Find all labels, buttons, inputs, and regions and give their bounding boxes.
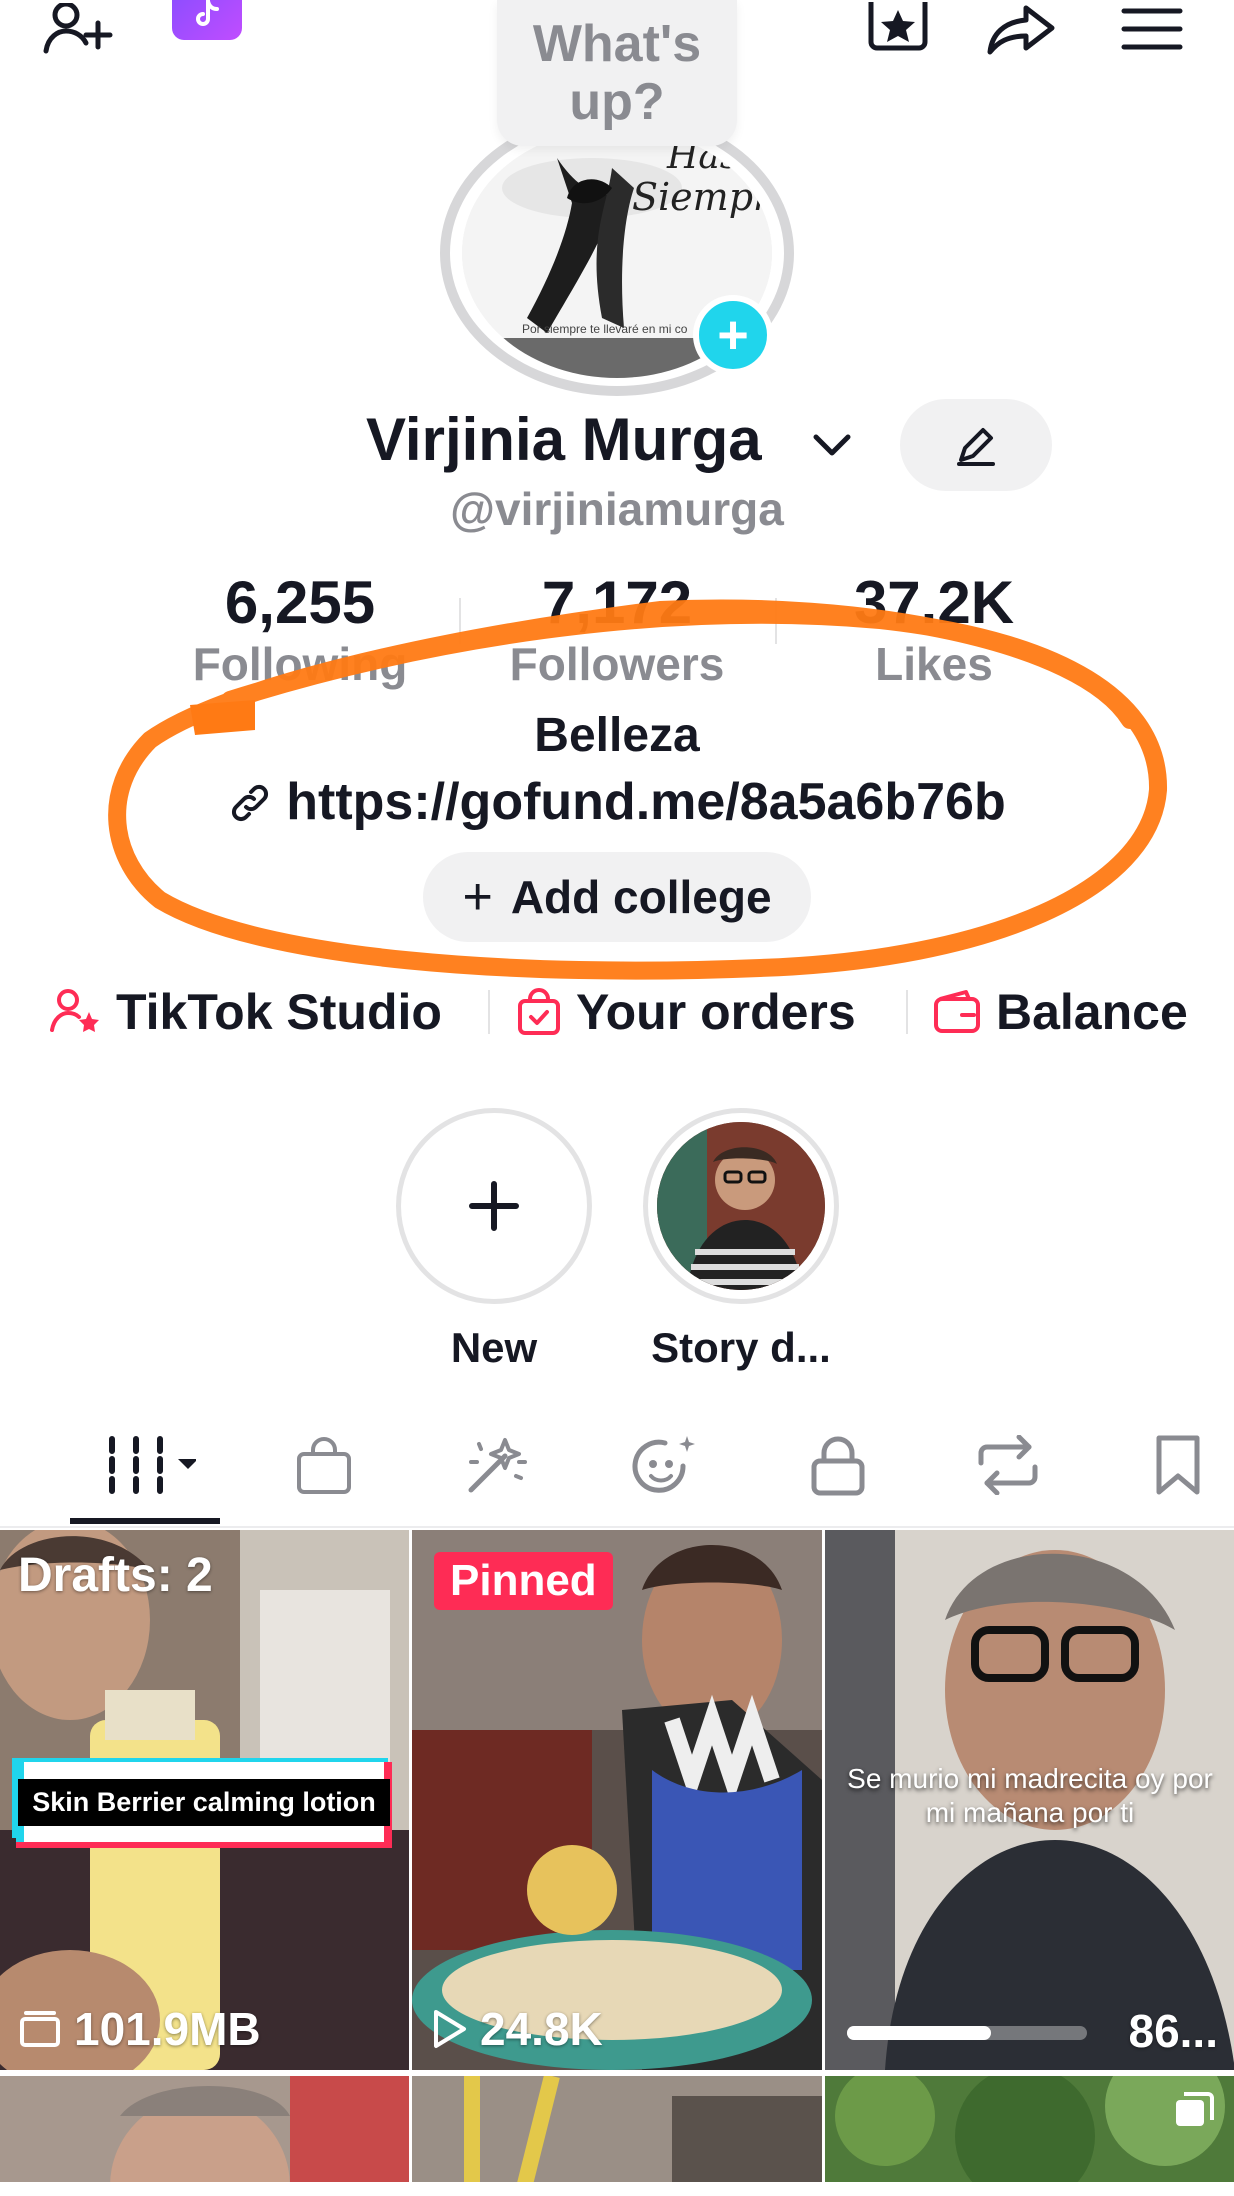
video-progress-bar [847,2026,1087,2040]
your-orders-label: Your orders [576,984,856,1040]
profile-link-text: https://gofund.me/8a5a6b76b [286,773,1006,831]
story-highlight-label: Story d... [651,1324,831,1371]
video-tile-row2-2[interactable] [412,2076,822,2196]
repost-icon [978,1435,1038,1495]
link-icon [232,784,269,822]
video-tile-third[interactable]: Se murio mi madrecita oy por mi mañana p… [825,1530,1234,2070]
tab-reposts[interactable] [948,1420,1068,1510]
share-arrow-icon[interactable] [982,0,1062,60]
add-avatar-plus-icon[interactable]: + [693,295,773,375]
stat-following-label: Following [192,638,408,690]
edit-profile-button[interactable] [900,399,1052,491]
pinned-thumbnail [412,1530,822,2070]
stat-followers-label: Followers [509,638,725,690]
drafts-size: 101.9MB [18,2002,261,2056]
menu-icon[interactable] [1112,0,1192,60]
profile-name[interactable]: Virjinia Murga [366,405,762,474]
stat-following-value: 6,255 [224,569,376,636]
stat-likes[interactable]: 37.2K Likes [784,570,1084,692]
shortcut-divider [906,990,908,1034]
bookmark-icon [1156,1435,1200,1495]
folder-icon [20,2011,60,2047]
video-tile-row2-3[interactable] [825,2076,1234,2196]
tab-mentions[interactable] [606,1420,726,1510]
videos-grid-icon [109,1436,196,1494]
pencil-icon [957,428,995,466]
video-tile-row2-1[interactable] [0,2076,409,2196]
multi-photo-icon [1172,2090,1216,2135]
content-tabs [0,1420,1234,1530]
video-progress-fill [847,2026,991,2040]
person-star-icon [50,989,99,1032]
lock-icon [811,1436,865,1496]
profile-handle: @virjiniamurga [450,483,784,535]
shortcut-divider [488,990,490,1034]
tiktok-now-icon[interactable] [172,0,242,40]
balance-shortcut[interactable]: Balance [932,980,1188,1044]
tiktok-studio-shortcut[interactable]: TikTok Studio [50,980,442,1044]
video-tile-pinned[interactable]: Pinned 24.8K [412,1530,822,2070]
stat-likes-label: Likes [875,638,993,690]
profile-link[interactable]: https://gofund.me/8a5a6b76b [0,772,1234,832]
magic-wand-icon [468,1438,527,1493]
wallet-icon [934,990,980,1033]
status-bubble[interactable]: What's up? [497,0,737,146]
video-view-count: 86... [1128,2005,1218,2057]
tiktok-studio-label: TikTok Studio [116,984,442,1040]
chevron-down-icon[interactable] [810,425,854,465]
pinned-views-value: 24.8K [480,2003,603,2055]
new-story-circle[interactable] [396,1108,592,1304]
balance-label: Balance [996,984,1188,1040]
plus-icon [469,1181,519,1231]
stat-followers-value: 7,172 [541,569,693,636]
face-sparkle-icon [632,1436,695,1493]
stat-divider [459,598,461,644]
your-orders-shortcut[interactable]: Your orders [516,980,856,1044]
profile-page: Hasta Siempre! Por siempre te llevaré en… [0,0,1234,2196]
name-row: Virjinia Murga [0,399,1234,491]
bottom-nav-edge [0,2182,1234,2196]
video-caption-tag: Skin Berrier calming lotion [16,1762,392,1842]
stat-followers[interactable]: 7,172 Followers [467,570,767,692]
stat-likes-value: 37.2K [853,569,1015,636]
tab-effects[interactable] [436,1420,556,1510]
profile-bio: Belleza [534,709,700,762]
shopping-bag-icon [518,988,560,1035]
pinned-badge: Pinned [434,1552,613,1610]
drafts-size-value: 101.9MB [74,2003,261,2055]
pinned-views: 24.8K [430,2002,603,2056]
video-caption-text: Skin Berrier calming lotion [18,1778,390,1826]
new-story-item[interactable]: New [396,1108,592,1372]
plus-icon: + [462,868,493,926]
tabs-divider [0,1526,1234,1528]
avatar-text-siempre: Siempre! [632,175,772,219]
active-tab-indicator [70,1518,220,1524]
tab-shop[interactable] [264,1420,384,1510]
story-thumbnail [657,1122,825,1290]
video-tile-drafts[interactable]: Drafts: 2 Skin Berrier calming lotion 10… [0,1530,409,2070]
drafts-badge: Drafts: 2 [18,1549,213,1602]
stat-divider [775,598,777,644]
stat-following[interactable]: 6,255 Following [150,570,450,692]
story-highlight-circle[interactable] [643,1108,839,1304]
tab-videos[interactable] [86,1420,206,1510]
status-bubble-text: What's up? [532,15,702,131]
story-highlight-item[interactable]: Story d... [643,1108,839,1372]
shop-bag-icon [297,1437,351,1494]
favorites-star-icon[interactable] [858,0,938,60]
new-story-label: New [450,1324,538,1371]
tab-private[interactable] [778,1420,898,1510]
add-college-label: Add college [510,871,772,923]
video-overlay-text: Se murio mi madrecita oy por mi mañana p… [847,1763,1213,1828]
add-friend-icon[interactable] [38,0,118,60]
avatar-caption-text: Por siempre te llevaré en mi co [522,322,688,336]
play-icon [434,2010,466,2048]
tab-favorites[interactable] [1118,1420,1234,1510]
add-college-button[interactable]: + Add college [423,852,811,942]
